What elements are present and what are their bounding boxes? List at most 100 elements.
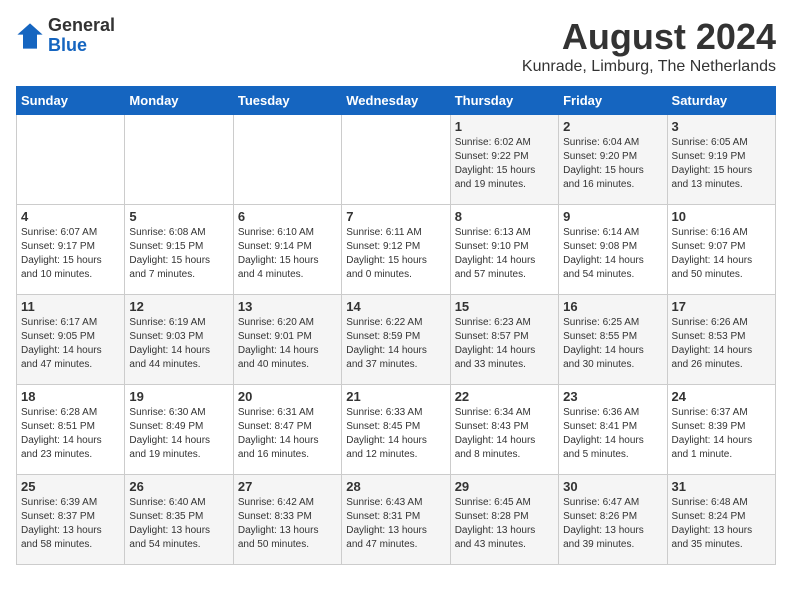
day-number: 28: [346, 479, 445, 494]
day-number: 30: [563, 479, 662, 494]
calendar-cell: 29 Sunrise: 6:45 AM Sunset: 8:28 PM Dayli…: [450, 475, 558, 565]
day-number: 31: [672, 479, 771, 494]
day-number: 5: [129, 209, 228, 224]
calendar-cell: 1 Sunrise: 6:02 AM Sunset: 9:22 PM Daylig…: [450, 115, 558, 205]
day-info: Sunrise: 6:25 AM Sunset: 8:55 PM Dayligh…: [563, 316, 662, 372]
day-info: Sunrise: 6:04 AM Sunset: 9:20 PM Dayligh…: [563, 136, 662, 192]
week-row-5: 25Sunrise: 6:39 AM Sunset: 8:37 PM Dayli…: [17, 475, 776, 565]
calendar-cell: 30 Sunrise: 6:47 AM Sunset: 8:26 PM Dayli…: [559, 475, 667, 565]
logo-icon: [16, 22, 44, 50]
calendar-cell: 17 Sunrise: 6:26 AM Sunset: 8:53 PM Dayli…: [667, 295, 775, 385]
day-info: Sunrise: 6:37 AM Sunset: 8:39 PM Dayligh…: [672, 406, 771, 462]
day-info: Sunrise: 6:43 AM Sunset: 8:31 PM Dayligh…: [346, 496, 445, 552]
day-number: 16: [563, 299, 662, 314]
calendar-cell: 10Sunrise: 6:16 AM Sunset: 9:07 PM Dayli…: [667, 205, 775, 295]
calendar-cell: 9 Sunrise: 6:14 AM Sunset: 9:08 PM Daylig…: [559, 205, 667, 295]
day-number: 9: [563, 209, 662, 224]
calendar-cell: 3 Sunrise: 6:05 AM Sunset: 9:19 PM Daylig…: [667, 115, 775, 205]
logo-blue: Blue: [48, 36, 115, 56]
day-info: Sunrise: 6:31 AM Sunset: 8:47 PM Dayligh…: [238, 406, 337, 462]
day-info: Sunrise: 6:45 AM Sunset: 8:28 PM Dayligh…: [455, 496, 554, 552]
calendar-cell: 5 Sunrise: 6:08 AM Sunset: 9:15 PM Daylig…: [125, 205, 233, 295]
header-cell-tuesday: Tuesday: [233, 87, 341, 115]
week-row-1: 1 Sunrise: 6:02 AM Sunset: 9:22 PM Daylig…: [17, 115, 776, 205]
day-number: 7: [346, 209, 445, 224]
calendar-cell: 8Sunrise: 6:13 AM Sunset: 9:10 PM Daylig…: [450, 205, 558, 295]
day-number: 4: [21, 209, 120, 224]
page-header: General Blue August 2024 Kunrade, Limbur…: [16, 16, 776, 76]
calendar-cell: 22Sunrise: 6:34 AM Sunset: 8:43 PM Dayli…: [450, 385, 558, 475]
calendar-cell: 12 Sunrise: 6:19 AM Sunset: 9:03 PM Dayli…: [125, 295, 233, 385]
day-number: 15: [455, 299, 554, 314]
day-number: 19: [129, 389, 228, 404]
day-number: 1: [455, 119, 554, 134]
calendar-cell: 20 Sunrise: 6:31 AM Sunset: 8:47 PM Dayli…: [233, 385, 341, 475]
header-cell-sunday: Sunday: [17, 87, 125, 115]
header-row: SundayMondayTuesdayWednesdayThursdayFrid…: [17, 87, 776, 115]
title-section: August 2024 Kunrade, Limburg, The Nether…: [522, 16, 776, 76]
day-info: Sunrise: 6:05 AM Sunset: 9:19 PM Dayligh…: [672, 136, 771, 192]
calendar-cell: 11Sunrise: 6:17 AM Sunset: 9:05 PM Dayli…: [17, 295, 125, 385]
calendar-cell: 21Sunrise: 6:33 AM Sunset: 8:45 PM Dayli…: [342, 385, 450, 475]
calendar-cell: 26Sunrise: 6:40 AM Sunset: 8:35 PM Dayli…: [125, 475, 233, 565]
logo-text: General Blue: [48, 16, 115, 56]
calendar-cell: 23 Sunrise: 6:36 AM Sunset: 8:41 PM Dayli…: [559, 385, 667, 475]
day-number: 2: [563, 119, 662, 134]
day-number: 14: [346, 299, 445, 314]
day-info: Sunrise: 6:11 AM Sunset: 9:12 PM Dayligh…: [346, 226, 445, 282]
day-info: Sunrise: 6:23 AM Sunset: 8:57 PM Dayligh…: [455, 316, 554, 372]
calendar-cell: [125, 115, 233, 205]
day-number: 17: [672, 299, 771, 314]
day-info: Sunrise: 6:17 AM Sunset: 9:05 PM Dayligh…: [21, 316, 120, 372]
calendar-cell: 24 Sunrise: 6:37 AM Sunset: 8:39 PM Dayli…: [667, 385, 775, 475]
day-number: 6: [238, 209, 337, 224]
day-info: Sunrise: 6:47 AM Sunset: 8:26 PM Dayligh…: [563, 496, 662, 552]
day-number: 22: [455, 389, 554, 404]
day-info: Sunrise: 6:36 AM Sunset: 8:41 PM Dayligh…: [563, 406, 662, 462]
day-info: Sunrise: 6:19 AM Sunset: 9:03 PM Dayligh…: [129, 316, 228, 372]
day-info: Sunrise: 6:02 AM Sunset: 9:22 PM Dayligh…: [455, 136, 554, 192]
calendar-cell: 15 Sunrise: 6:23 AM Sunset: 8:57 PM Dayli…: [450, 295, 558, 385]
calendar-header: SundayMondayTuesdayWednesdayThursdayFrid…: [17, 87, 776, 115]
day-number: 23: [563, 389, 662, 404]
month-year-title: August 2024: [522, 16, 776, 58]
day-info: Sunrise: 6:20 AM Sunset: 9:01 PM Dayligh…: [238, 316, 337, 372]
header-cell-monday: Monday: [125, 87, 233, 115]
day-number: 12: [129, 299, 228, 314]
day-info: Sunrise: 6:08 AM Sunset: 9:15 PM Dayligh…: [129, 226, 228, 282]
calendar-cell: 18Sunrise: 6:28 AM Sunset: 8:51 PM Dayli…: [17, 385, 125, 475]
day-number: 3: [672, 119, 771, 134]
calendar-cell: 2 Sunrise: 6:04 AM Sunset: 9:20 PM Daylig…: [559, 115, 667, 205]
calendar-cell: [233, 115, 341, 205]
calendar-cell: 13 Sunrise: 6:20 AM Sunset: 9:01 PM Dayli…: [233, 295, 341, 385]
day-number: 8: [455, 209, 554, 224]
day-info: Sunrise: 6:10 AM Sunset: 9:14 PM Dayligh…: [238, 226, 337, 282]
logo-general: General: [48, 16, 115, 36]
day-number: 13: [238, 299, 337, 314]
calendar-table: SundayMondayTuesdayWednesdayThursdayFrid…: [16, 86, 776, 565]
week-row-2: 4Sunrise: 6:07 AM Sunset: 9:17 PM Daylig…: [17, 205, 776, 295]
calendar-cell: 28 Sunrise: 6:43 AM Sunset: 8:31 PM Dayli…: [342, 475, 450, 565]
day-info: Sunrise: 6:22 AM Sunset: 8:59 PM Dayligh…: [346, 316, 445, 372]
calendar-cell: 16 Sunrise: 6:25 AM Sunset: 8:55 PM Dayli…: [559, 295, 667, 385]
week-row-4: 18Sunrise: 6:28 AM Sunset: 8:51 PM Dayli…: [17, 385, 776, 475]
day-info: Sunrise: 6:42 AM Sunset: 8:33 PM Dayligh…: [238, 496, 337, 552]
calendar-cell: 6 Sunrise: 6:10 AM Sunset: 9:14 PM Daylig…: [233, 205, 341, 295]
day-number: 24: [672, 389, 771, 404]
header-cell-friday: Friday: [559, 87, 667, 115]
day-info: Sunrise: 6:16 AM Sunset: 9:07 PM Dayligh…: [672, 226, 771, 282]
day-number: 29: [455, 479, 554, 494]
day-number: 20: [238, 389, 337, 404]
day-info: Sunrise: 6:14 AM Sunset: 9:08 PM Dayligh…: [563, 226, 662, 282]
day-info: Sunrise: 6:26 AM Sunset: 8:53 PM Dayligh…: [672, 316, 771, 372]
logo: General Blue: [16, 16, 115, 56]
day-number: 27: [238, 479, 337, 494]
calendar-cell: [342, 115, 450, 205]
day-info: Sunrise: 6:33 AM Sunset: 8:45 PM Dayligh…: [346, 406, 445, 462]
calendar-cell: 25Sunrise: 6:39 AM Sunset: 8:37 PM Dayli…: [17, 475, 125, 565]
day-info: Sunrise: 6:40 AM Sunset: 8:35 PM Dayligh…: [129, 496, 228, 552]
calendar-cell: 4Sunrise: 6:07 AM Sunset: 9:17 PM Daylig…: [17, 205, 125, 295]
day-number: 25: [21, 479, 120, 494]
week-row-3: 11Sunrise: 6:17 AM Sunset: 9:05 PM Dayli…: [17, 295, 776, 385]
day-info: Sunrise: 6:30 AM Sunset: 8:49 PM Dayligh…: [129, 406, 228, 462]
